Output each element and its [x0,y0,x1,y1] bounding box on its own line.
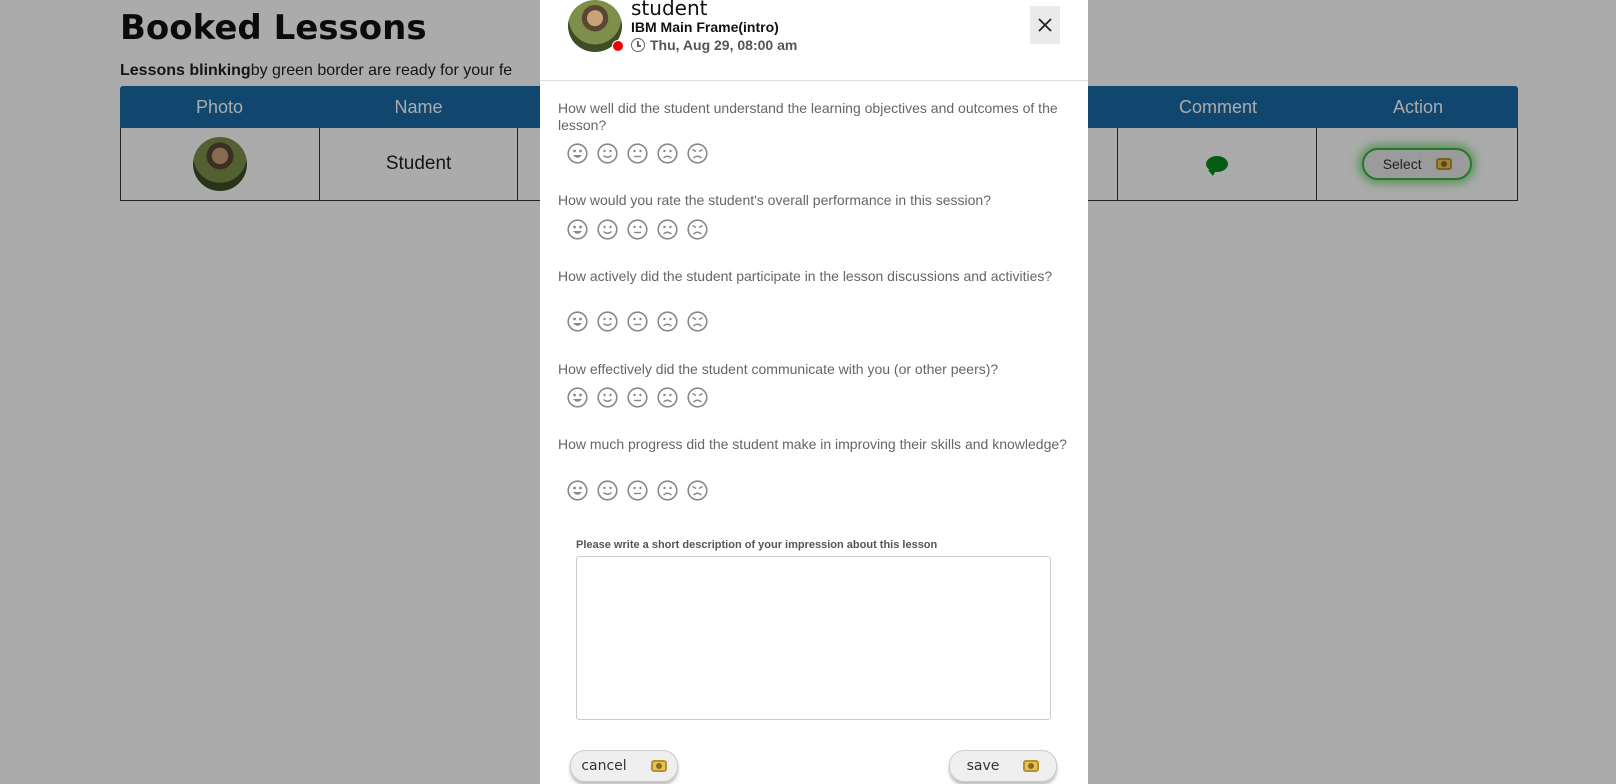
angry-face-icon[interactable] [687,480,708,501]
neutral-face-icon[interactable] [627,143,648,164]
grinning-face-icon[interactable] [567,387,588,408]
angry-face-icon[interactable] [687,311,708,332]
question-5: How much progress did the student make i… [558,436,1067,452]
smiling-face-icon[interactable] [597,480,618,501]
cancel-button[interactable]: cancel [570,750,678,782]
neutral-face-icon[interactable] [627,480,648,501]
lesson-datetime: Thu, Aug 29, 08:00 am [631,37,797,53]
grinning-face-icon[interactable] [567,480,588,501]
frowning-face-icon[interactable] [657,311,678,332]
frowning-face-icon[interactable] [657,219,678,240]
neutral-face-icon[interactable] [627,311,648,332]
datetime-text: Thu, Aug 29, 08:00 am [650,37,798,53]
rating-group-3 [567,311,708,332]
question-3: How actively did the student participate… [558,268,1053,284]
save-label: save [966,758,1000,774]
status-dot [612,40,624,52]
neutral-face-icon[interactable] [627,219,648,240]
smiling-face-icon[interactable] [597,143,618,164]
neutral-face-icon[interactable] [627,387,648,408]
description-textarea[interactable] [576,556,1051,720]
rating-group-1 [567,143,708,164]
modal-header: student IBM Main Frame(intro) Thu, Aug 2… [540,0,1088,81]
grinning-face-icon[interactable] [567,143,588,164]
cancel-label: cancel [581,758,627,774]
grinning-face-icon[interactable] [567,311,588,332]
rating-group-2 [567,219,708,240]
smiling-face-icon[interactable] [597,219,618,240]
coin-icon [1023,760,1040,772]
description-label: Please write a short description of your… [576,539,938,551]
smiling-face-icon[interactable] [597,387,618,408]
rating-group-5 [567,480,708,501]
frowning-face-icon[interactable] [657,143,678,164]
close-icon [1038,18,1052,32]
rating-group-4 [567,387,708,408]
frowning-face-icon[interactable] [657,387,678,408]
course-title: IBM Main Frame(intro) [631,19,779,35]
grinning-face-icon[interactable] [567,219,588,240]
question-1: How well did the student understand the … [558,100,1058,133]
angry-face-icon[interactable] [687,143,708,164]
clock-icon [631,38,645,52]
question-4: How effectively did the student communic… [558,361,999,377]
angry-face-icon[interactable] [687,219,708,240]
angry-face-icon[interactable] [687,387,708,408]
save-button[interactable]: save [949,750,1057,782]
coin-icon [650,760,667,772]
smiling-face-icon[interactable] [597,311,618,332]
question-2: How would you rate the student's overall… [558,192,992,208]
close-button[interactable] [1030,6,1060,44]
feedback-modal: student IBM Main Frame(intro) Thu, Aug 2… [540,0,1088,784]
modal-username: student [631,0,708,20]
frowning-face-icon[interactable] [657,480,678,501]
